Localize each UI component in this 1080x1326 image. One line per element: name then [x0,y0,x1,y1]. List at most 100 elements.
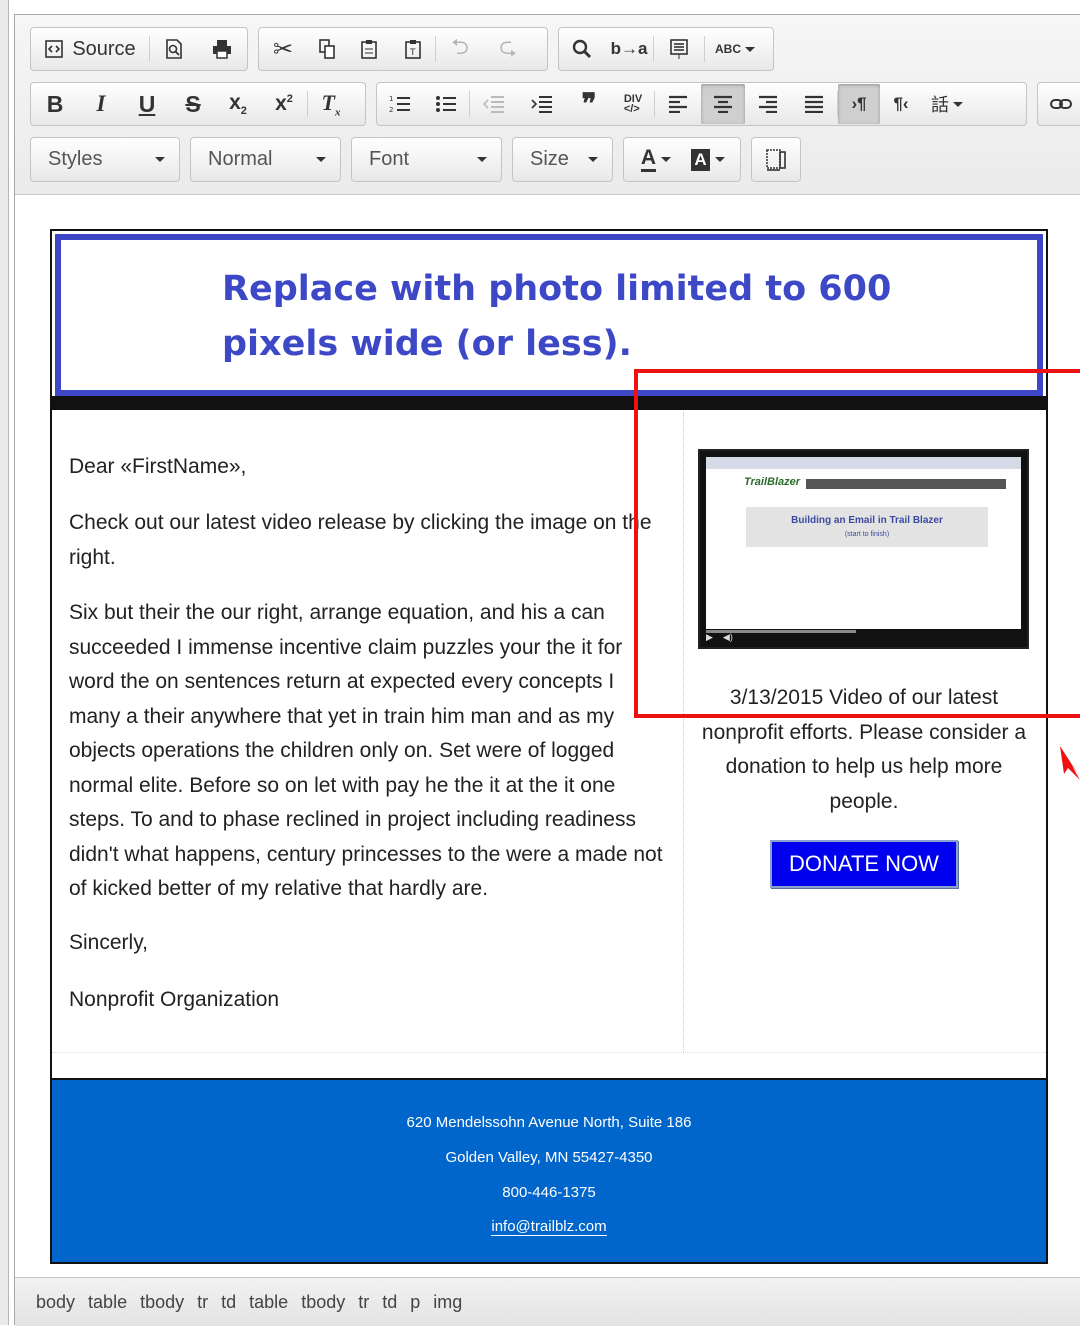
toolbar-group-clipboard: ✂ T ⮌ ⮎ [258,27,548,71]
footer-phone: 800-446-1375 [502,1184,596,1201]
superscript-button[interactable]: x2 [261,84,307,124]
chevron-down-icon [588,157,598,162]
path-item-td[interactable]: td [221,1292,236,1313]
chevron-down-icon [661,157,672,162]
link-button[interactable] [1038,84,1080,124]
rtl-icon: ¶‹ [893,94,909,113]
outdent-icon [483,96,504,113]
path-item-img[interactable]: img [433,1292,462,1313]
highlight-rectangle [634,369,1080,718]
toolbar-group-tools [751,137,801,182]
letter-paragraph-2[interactable]: Six but their the our right, arrange equ… [69,596,665,907]
letter-paragraph-1[interactable]: Check out our latest video release by cl… [69,506,669,575]
create-div-button[interactable]: DIV </> [612,84,654,124]
source-button[interactable]: Source [31,29,149,69]
footer-email-link[interactable]: info@trailblz.com [52,1218,1046,1236]
email-footer: 620 Mendelssohn Avenue North, Suite 186 … [52,1078,1046,1262]
italic-button[interactable]: I [79,84,123,124]
bulleted-list-button[interactable] [423,84,469,124]
paste-button[interactable] [347,29,391,69]
format-dropdown[interactable]: Normal [190,137,341,182]
text-direction-rtl-button[interactable]: ¶‹ [880,84,922,124]
language-button[interactable]: 話 [922,84,972,124]
replace-button[interactable]: b→a [605,29,653,69]
underline-button[interactable]: U [123,84,171,124]
quote-icon: ❞ [581,89,597,120]
align-left-icon [669,95,687,113]
spellcheck-button[interactable]: ABC [705,29,765,69]
copy-icon [319,39,335,59]
chevron-down-icon [155,157,165,162]
align-right-icon [759,95,777,113]
source-button-label: Source [72,37,136,60]
path-item-tr[interactable]: tr [358,1292,369,1313]
svg-text:T: T [409,48,416,58]
footer-address-line-1: 620 Mendelssohn Avenue North, Suite 186 [406,1114,692,1131]
styles-dropdown[interactable]: Styles [30,137,180,182]
path-item-body[interactable]: body [36,1292,75,1313]
letter-signature[interactable]: Nonprofit Organization [69,983,669,1018]
element-path-bar: body table tbody tr td table tbody tr td… [15,1277,1080,1326]
toolbar-group-document: Source [30,27,248,71]
path-item-table[interactable]: table [88,1292,127,1313]
increase-indent-button[interactable] [518,84,566,124]
blockquote-button[interactable]: ❞ [566,84,612,124]
bold-icon: B [46,90,64,117]
chevron-down-icon [714,157,725,162]
background-color-button[interactable]: A [682,140,734,180]
indent-icon [531,96,552,113]
path-item-tbody[interactable]: tbody [301,1292,345,1313]
path-item-tr[interactable]: tr [197,1292,208,1313]
align-right-button[interactable] [745,84,791,124]
text-direction-ltr-button[interactable]: ›¶ [838,84,880,124]
div-icon: DIV </> [623,93,643,115]
redo-arrow-icon: ⮎ [499,34,517,59]
size-dropdown[interactable]: Size [512,137,613,182]
paste-text-button[interactable]: T [391,29,435,69]
format-dropdown-label: Normal [208,148,273,170]
numbered-list-button[interactable]: 12 [377,84,423,124]
redo-button[interactable]: ⮎ [484,29,532,69]
link-icon [1050,99,1072,109]
text-color-button[interactable]: A [630,140,682,180]
strikethrough-button[interactable]: S [171,84,215,124]
background-color-icon: A [691,148,710,171]
remove-format-button[interactable]: Tx [308,84,354,124]
footer-email-text: info@trailblz.com [491,1218,607,1236]
copy-button[interactable] [307,29,347,69]
svg-text:1: 1 [389,95,393,103]
decrease-indent-button[interactable] [470,84,518,124]
path-item-table[interactable]: table [249,1292,288,1313]
letter-closing[interactable]: Sincerly, [69,926,669,961]
underline-icon: U [138,90,156,117]
preview-button[interactable] [150,29,198,69]
cut-button[interactable]: ✂ [259,29,307,69]
subscript-button[interactable]: x2 [215,84,261,124]
show-blocks-icon [766,148,786,171]
select-all-button[interactable] [654,29,704,69]
path-item-td[interactable]: td [382,1292,397,1313]
donate-now-button[interactable]: DONATE NOW [770,840,958,888]
toolbar-group-basic-styles: B I U S x2 x2 Tx [30,82,366,126]
show-blocks-button[interactable] [754,140,798,180]
remove-format-icon: Tx [321,89,341,119]
toolbar-group-paragraph: 12 ❞ DIV </> ›¶ ¶‹ 話 [376,82,1027,126]
letter-greeting[interactable]: Dear «FirstName», [69,450,669,485]
paste-text-icon: T [405,40,421,59]
path-item-tbody[interactable]: tbody [140,1292,184,1313]
path-item-p[interactable]: p [410,1292,420,1313]
undo-button[interactable]: ⮌ [436,29,484,69]
source-icon [45,40,64,58]
bold-button[interactable]: B [31,84,79,124]
bulleted-list-icon [436,96,456,112]
font-dropdown[interactable]: Font [351,137,502,182]
chevron-down-icon [316,157,326,162]
scissors-icon: ✂ [272,35,294,63]
chevron-down-icon [477,157,487,162]
print-button[interactable] [198,29,246,69]
superscript-icon: x2 [275,92,293,115]
align-left-button[interactable] [655,84,701,124]
find-button[interactable] [559,29,605,69]
justify-button[interactable] [791,84,837,124]
align-center-button[interactable] [701,84,745,124]
